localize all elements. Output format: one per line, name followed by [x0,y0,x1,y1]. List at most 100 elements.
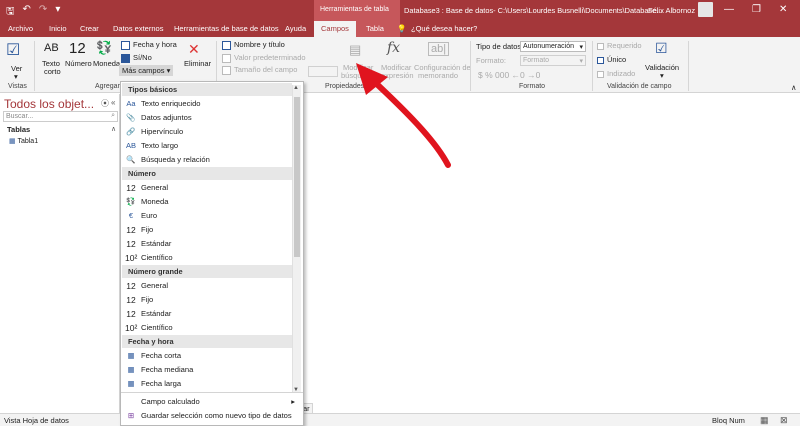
customize-qat-icon[interactable]: ▾ [55,4,60,21]
datasheet-view-icon[interactable]: ▦ [760,415,769,426]
tab-campos[interactable]: Campos [314,21,356,37]
number-icon: 12 [126,225,136,235]
tab-ayuda[interactable]: Ayuda [285,24,306,33]
chevron-right-icon: ▸ [291,397,295,406]
number-icon: 12 [126,183,136,193]
number-icon: 12 [126,239,136,249]
indexado-checkbox[interactable]: Indizado [597,69,635,78]
nav-title[interactable]: Todos los objet... [4,97,94,111]
numero-button[interactable]: Número [65,59,92,68]
validation-icon: ☑ [655,40,668,56]
chevron-up-icon[interactable]: ∧ [111,125,116,133]
tab-tabla[interactable]: Tabla [366,24,384,33]
number-icon: 12 [126,281,136,291]
datasheet-view-icon[interactable]: ☑ [6,40,20,60]
tab-inicio[interactable]: Inicio [49,24,67,33]
menu-item-fecha-larga[interactable]: ▦ Fecha larga [125,377,291,391]
menu-item-grande-cientifico[interactable]: 10² Científico [125,321,291,335]
search-input[interactable]: Buscar... ⌕ [3,111,118,122]
menu-item-busqueda-relacion[interactable]: 🔍 Búsqueda y relación [125,153,291,167]
close-icon[interactable]: ✕ [779,4,787,15]
tab-datos-externos[interactable]: Datos externos [113,24,163,33]
tab-archivo[interactable]: Archivo [8,24,33,33]
menu-item-numero-general[interactable]: 12 General [125,181,291,195]
checkbox-icon [121,53,130,63]
moneda-button[interactable]: Moneda [93,59,120,68]
menu-item-guardar-seleccion[interactable]: ⊞ Guardar selección como nuevo tipo de da… [125,409,301,423]
avatar[interactable] [698,2,713,17]
formato-value: Formato [523,57,550,64]
requerido-label: Requerido [607,41,642,50]
menu-item-numero-estandar[interactable]: 12 Estándar [125,237,291,251]
menu-item-label: Fijo [141,295,154,304]
group-separator [34,41,35,91]
tab-crear[interactable]: Crear [80,24,99,33]
texto-corto-button-line2[interactable]: corto [44,67,61,76]
group-label-formato: Formato [519,83,546,90]
minimize-icon[interactable]: — [724,4,734,15]
menu-item-grande-general[interactable]: 12 General [125,279,291,293]
tab-herramientas-bd[interactable]: Herramientas de base de datos [174,24,279,33]
chevron-down-icon[interactable]: ▾ [14,72,18,81]
dropdown-scrollbar[interactable]: ▲ ▼ [292,85,301,393]
menu-item-grande-fijo[interactable]: 12 Fijo [125,293,291,307]
menu-item-label: Fijo [141,225,154,234]
scrollbar-thumb[interactable] [294,97,300,257]
restore-icon[interactable]: ❐ [752,4,761,15]
tamano-campo-text: Tamaño del campo [234,65,298,74]
fecha-hora-button[interactable]: Fecha y hora [121,40,177,50]
collapse-ribbon-icon[interactable]: ∧ [791,83,797,92]
design-view-icon[interactable]: ⊠ [780,415,788,426]
menu-item-grande-estandar[interactable]: 12 Estándar [125,307,291,321]
tipo-datos-select[interactable]: Autonumeración ▾ [520,41,586,52]
menu-item-fecha-mediana[interactable]: ▦ Fecha mediana [125,363,291,377]
nav-item-tabla1[interactable]: ▦ Tabla1 [9,137,38,145]
si-no-button[interactable]: Sí/No [121,53,152,63]
group-label-validacion: Validación de campo [607,83,672,90]
number-icon: 12 [126,309,136,319]
save-icon[interactable]: 🖫 [6,4,15,21]
menu-item-campo-calculado[interactable]: Campo calculado ▸ [125,395,301,409]
menu-item-label: Fecha larga [141,379,182,388]
redo-icon[interactable]: ↷ [39,4,47,21]
tell-me-box[interactable]: ¿Qué desea hacer? [411,24,477,33]
menu-item-datos-adjuntos[interactable]: 📎 Datos adjuntos [125,111,291,125]
search-icon: ⌕ [111,112,115,119]
nav-section-tablas[interactable]: Tablas [7,125,30,134]
mas-campos-button[interactable]: Más campos ▾ [119,65,174,76]
memo-settings-icon: ab| [428,42,450,56]
contextual-tab-label: Herramientas de tabla [314,0,400,21]
hyperlink-icon: 🔗 [126,127,136,136]
undo-icon[interactable]: ↶ [23,4,31,21]
ribbon-tabs: Archivo Inicio Crear Datos externos Herr… [0,21,800,37]
menu-item-numero-fijo[interactable]: 12 Fijo [125,223,291,237]
requerido-checkbox[interactable]: Requerido [597,41,642,50]
nombre-titulo-button[interactable]: Nombre y título [222,40,285,50]
formato-label: Formato: [476,56,507,65]
status-bloq-num: Bloq Num [712,416,745,425]
default-value-icon [222,53,231,63]
menu-item-hipervinculo[interactable]: 🔗 Hipervínculo [125,125,291,139]
unico-checkbox[interactable]: Único [597,55,626,64]
menu-item-numero-euro[interactable]: € Euro [125,209,291,223]
section-numero-grande: Número grande [122,265,292,278]
nav-collapse-icon[interactable]: « [111,98,115,107]
group-separator [592,41,593,91]
si-no-label: Sí/No [133,53,152,62]
menu-item-numero-moneda[interactable]: 💱 Moneda [125,195,291,209]
menu-item-texto-largo[interactable]: AB Texto largo [125,139,291,153]
unico-label: Único [607,55,627,64]
tell-me-icon[interactable]: 💡 [397,24,406,33]
currency-icon: 💱 [96,40,113,55]
menu-item-fecha-corta[interactable]: ▦ Fecha corta [125,349,291,363]
menu-item-numero-cientifico[interactable]: 10² Científico [125,251,291,265]
chevron-down-icon[interactable]: ▾ [660,71,664,80]
menu-item-texto-enriquecido[interactable]: Aa Texto enriquecido [125,97,291,111]
eliminar-button[interactable]: Eliminar [184,59,211,68]
menu-item-label: Guardar selección como nuevo tipo de dat… [141,411,292,420]
nav-menu-icon[interactable]: ⦿ [101,98,109,109]
user-name[interactable]: Félix Albornoz [648,6,695,15]
field-size-icon [222,65,231,75]
scroll-up-icon[interactable]: ▲ [293,85,299,91]
table-icon: ▦ [9,138,16,145]
